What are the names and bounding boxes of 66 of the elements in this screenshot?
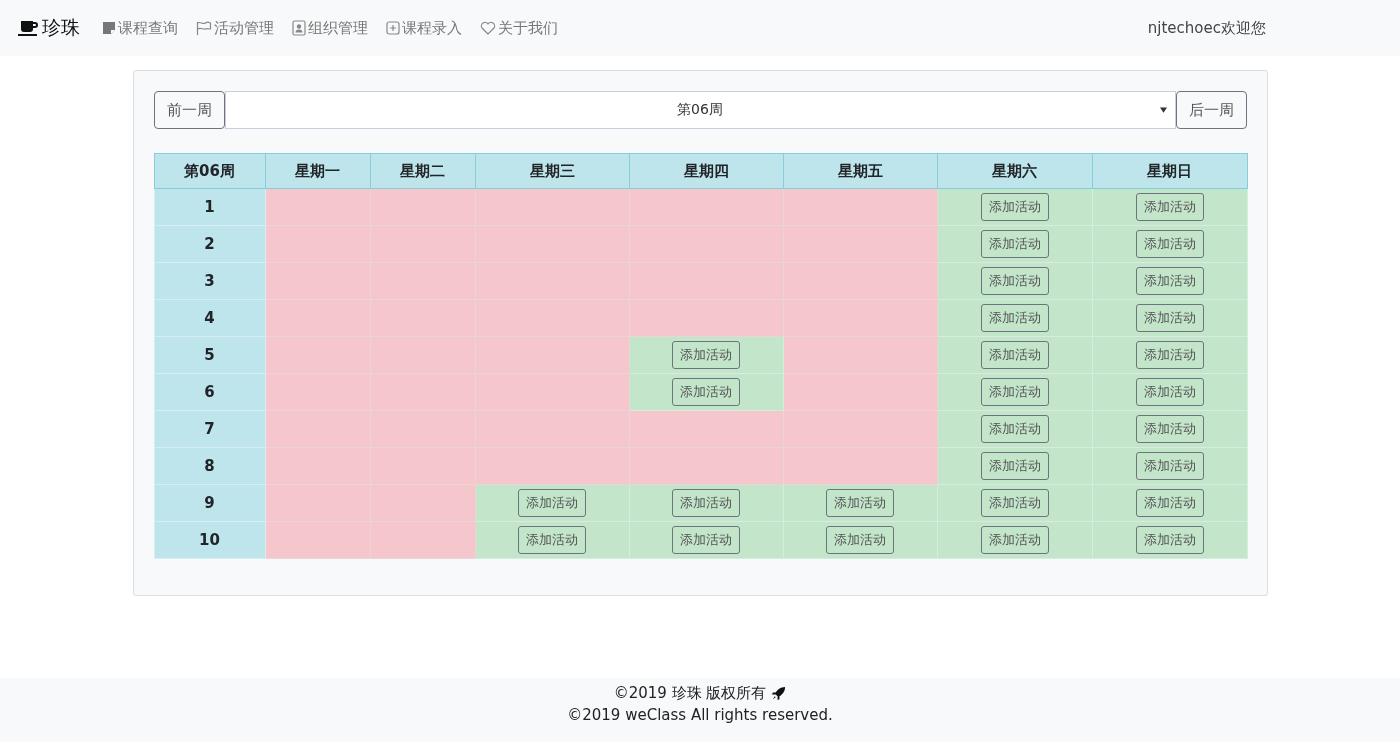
rocket-icon: [771, 685, 787, 701]
add-activity-button[interactable]: 添加活动: [826, 526, 894, 554]
nav-link[interactable]: 关于我们: [480, 18, 558, 38]
period-cell: 10: [154, 521, 265, 559]
rights-text: ©2019 weClass All rights reserved.: [566, 705, 834, 726]
caret-icon: [1159, 107, 1167, 113]
period-cell: 1: [154, 188, 265, 226]
column-header: 星期六: [937, 153, 1092, 189]
add-activity-button[interactable]: 添加活动: [518, 526, 586, 554]
add-activity-button[interactable]: 添加活动: [980, 267, 1049, 295]
add-activity-button[interactable]: 添加活动: [1135, 304, 1204, 332]
period-cell: 6: [154, 373, 265, 411]
column-header: 星期二: [370, 153, 475, 189]
contact-card-icon: [292, 20, 306, 36]
column-header: 星期一: [265, 153, 370, 189]
add-activity-button[interactable]: 添加活动: [980, 341, 1049, 369]
add-activity-button[interactable]: 添加活动: [672, 378, 740, 406]
add-activity-button[interactable]: 添加活动: [980, 230, 1049, 258]
add-activity-button[interactable]: 添加活动: [980, 452, 1049, 480]
period-cell: 4: [154, 299, 265, 337]
add-activity-button[interactable]: 添加活动: [1135, 452, 1204, 480]
add-activity-button[interactable]: 添加活动: [1135, 526, 1204, 554]
add-activity-button[interactable]: 添加活动: [1135, 193, 1204, 221]
add-activity-button[interactable]: 添加活动: [980, 526, 1049, 554]
heart-icon: [480, 21, 496, 35]
add-activity-button[interactable]: 添加活动: [1135, 230, 1204, 258]
column-header: 第06周: [154, 153, 265, 189]
next-week-button[interactable]: 后一周: [1175, 91, 1247, 129]
add-activity-button[interactable]: 添加活动: [672, 526, 740, 554]
add-activity-button[interactable]: 添加活动: [980, 378, 1049, 406]
add-activity-button[interactable]: 添加活动: [518, 489, 586, 517]
cup-icon: [18, 19, 40, 37]
column-header: 星期三: [475, 153, 629, 189]
period-cell: 8: [154, 447, 265, 485]
add-activity-button[interactable]: 添加活动: [1135, 267, 1204, 295]
column-header: 星期五: [783, 153, 937, 189]
add-activity-button[interactable]: 添加活动: [826, 489, 894, 517]
previous-week-button[interactable]: 前一周: [153, 91, 225, 129]
period-cell: 7: [154, 410, 265, 448]
user-greeting: njtechoec欢迎您: [1147, 18, 1266, 38]
period-cell: 2: [154, 225, 265, 263]
flag-icon: [196, 21, 212, 35]
add-activity-button[interactable]: 添加活动: [980, 489, 1049, 517]
nav-link[interactable]: 活动管理: [196, 18, 274, 38]
add-activity-button[interactable]: 添加活动: [1135, 415, 1204, 443]
plus-square-icon: [386, 21, 400, 35]
period-cell: 9: [154, 484, 265, 522]
add-activity-button[interactable]: 添加活动: [980, 415, 1049, 443]
add-activity-button[interactable]: 添加活动: [1135, 378, 1204, 406]
period-cell: 5: [154, 336, 265, 374]
note-icon: [102, 21, 116, 35]
add-activity-button[interactable]: 添加活动: [672, 489, 740, 517]
nav-link[interactable]: 课程查询: [102, 18, 178, 38]
brand-link[interactable]: 珍珠: [18, 15, 80, 41]
add-activity-button[interactable]: 添加活动: [1135, 341, 1204, 369]
add-activity-button[interactable]: 添加活动: [1135, 489, 1204, 517]
period-cell: 3: [154, 262, 265, 300]
copyright-text: ©2019 珍珠 版权所有: [613, 683, 767, 704]
add-activity-button[interactable]: 添加活动: [672, 341, 740, 369]
column-header: 星期四: [629, 153, 783, 189]
add-activity-button[interactable]: 添加活动: [980, 304, 1049, 332]
add-activity-button[interactable]: 添加活动: [980, 193, 1049, 221]
column-header: 星期日: [1092, 153, 1247, 189]
week-select[interactable]: 第06周: [224, 91, 1176, 129]
nav-link[interactable]: 课程录入: [386, 18, 462, 38]
nav-link[interactable]: 组织管理: [292, 18, 368, 38]
